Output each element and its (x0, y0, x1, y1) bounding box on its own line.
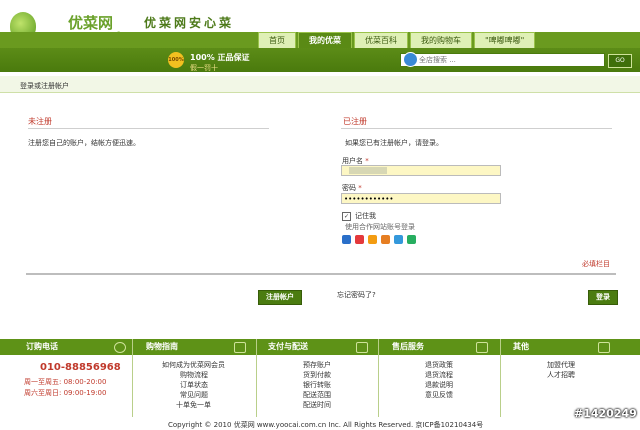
footer-heading-payment: 支付与配送 (268, 342, 308, 351)
forgot-password-link[interactable]: 忘记密码了? (337, 290, 376, 300)
search-go-button[interactable]: GO (608, 54, 632, 68)
guarantee-line-2: 假一罚十 (190, 64, 218, 72)
list-icon (598, 342, 610, 353)
footer-link[interactable]: 货到付款 (303, 370, 331, 380)
required-note: 必填栏目 (582, 260, 610, 268)
search-box (400, 52, 605, 67)
password-label: 密码 * (342, 183, 362, 193)
plus-icon (114, 342, 126, 353)
footer-link[interactable]: 退货政策 (425, 360, 453, 370)
form-divider (26, 273, 616, 275)
password-label-text: 密码 (342, 184, 356, 192)
required-mark: * (365, 157, 369, 165)
tab-encyclopedia[interactable]: 优菜百科 (354, 32, 408, 48)
footer-link[interactable]: 退款说明 (425, 380, 453, 390)
footer-heading-other: 其他 (513, 342, 529, 351)
registered-desc: 如果您已有注册帐户，请登录。 (345, 139, 443, 147)
footer-link[interactable]: 预存账户 (303, 360, 331, 370)
footer-link[interactable]: 如何成为优菜网会员 (162, 360, 225, 370)
register-button[interactable]: 注册帐户 (258, 290, 302, 305)
tab-my-account[interactable]: 我的优菜 (298, 32, 352, 48)
footer-link[interactable]: 订单状态 (180, 380, 208, 390)
footer-link[interactable]: 常见问题 (180, 390, 208, 400)
registered-heading: 已注册 (343, 117, 367, 126)
tab-community[interactable]: "啤嘟啤嘟" (474, 32, 536, 48)
douban-icon[interactable] (407, 235, 416, 244)
renren-icon[interactable] (381, 235, 390, 244)
partner-login-icons (342, 235, 420, 244)
search-icon (403, 52, 418, 67)
footer-separator (500, 339, 501, 417)
site-slogan: 优菜网安心菜 (144, 16, 235, 30)
left-divider (28, 128, 269, 129)
footer-heading-service: 售后服务 (392, 342, 424, 351)
taobao-icon[interactable] (368, 235, 377, 244)
tab-home[interactable]: 首页 (258, 32, 296, 48)
copyright-text: Copyright © 2010 优菜网 www.yoocai.com.cn I… (168, 421, 484, 429)
right-divider (341, 128, 612, 129)
image-watermark: #1420249 (574, 407, 637, 420)
footer-heading-guide: 购物指南 (146, 342, 178, 351)
guarantee-line-1: 100% 正品保证 (190, 53, 250, 62)
footer-link[interactable]: 配送时间 (303, 400, 331, 410)
hours-weekday: 周一至周五: 08:00-20:00 (24, 378, 107, 386)
page-title: 登录或注册帐户 (20, 82, 69, 90)
qq-icon[interactable] (394, 235, 403, 244)
quality-guarantee: 100% 正品保证 假一罚十 (190, 52, 250, 73)
footer-separator (256, 339, 257, 417)
search-input[interactable] (419, 55, 599, 65)
footer-link[interactable]: 购物流程 (180, 370, 208, 380)
required-mark: * (358, 184, 362, 192)
login-button[interactable]: 登录 (588, 290, 618, 305)
footer-link[interactable]: 退货流程 (425, 370, 453, 380)
tab-cart[interactable]: 我的购物车 (410, 32, 472, 48)
service-icon (476, 342, 488, 353)
weibo-icon[interactable] (355, 235, 364, 244)
hours-weekend: 周六至周日: 09:00-19:00 (24, 389, 107, 397)
remember-me-checkbox[interactable]: ✓ (342, 212, 351, 221)
password-field[interactable] (341, 193, 501, 204)
order-phone-number: 010-88856968 (40, 362, 121, 373)
footer-link[interactable]: 人才招聘 (547, 370, 575, 380)
footer-separator (132, 339, 133, 417)
username-blur (349, 167, 387, 174)
new-customer-desc: 注册您自己的账户，结帐方便迅速。 (28, 139, 140, 147)
partner-login-text: 使用合作网站账号登录 (345, 223, 415, 231)
quality-badge-icon: 100% (168, 52, 184, 68)
footer-header-bar (0, 339, 640, 355)
footer-link[interactable]: 十单免一单 (176, 400, 211, 410)
new-customer-heading: 未注册 (28, 117, 52, 126)
page-title-bar: 登录或注册帐户 (0, 76, 640, 93)
footer-link[interactable]: 银行转账 (303, 380, 331, 390)
main-nav-tabs: 首页 我的优菜 优菜百科 我的购物车 "啤嘟啤嘟" (258, 32, 537, 48)
username-label-text: 用户名 (342, 157, 363, 165)
footer-separator (378, 339, 379, 417)
truck-icon (356, 342, 368, 353)
footer-link[interactable]: 配送范围 (303, 390, 331, 400)
card-icon (234, 342, 246, 353)
alipay-icon[interactable] (342, 235, 351, 244)
footer-link[interactable]: 加盟代理 (547, 360, 575, 370)
remember-me-label: 记住我 (355, 212, 376, 220)
footer-heading-phone: 订购电话 (26, 342, 58, 351)
footer-link[interactable]: 意见反馈 (425, 390, 453, 400)
